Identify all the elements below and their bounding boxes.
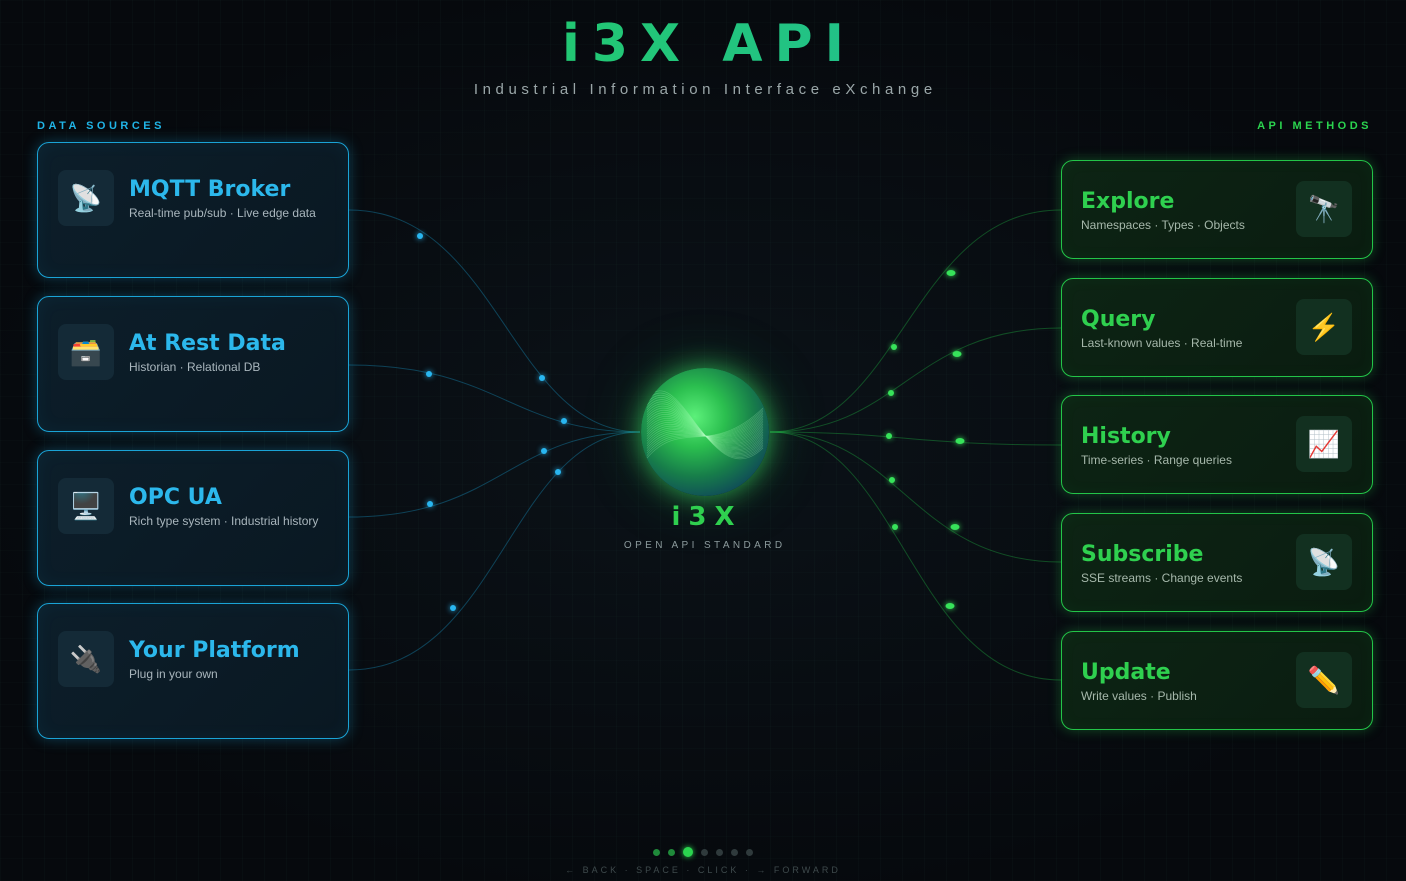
method-card-title: Subscribe xyxy=(1081,542,1204,567)
chart-increasing-icon: 📈 xyxy=(1296,416,1352,472)
source-card-title: OPC UA xyxy=(129,485,222,510)
card-file-box-icon: 🗃️ xyxy=(58,324,114,380)
electric-plug-icon: 🔌 xyxy=(58,631,114,687)
method-card-title: Query xyxy=(1081,307,1156,332)
slide-dot[interactable] xyxy=(668,848,675,856)
data-packet-dot xyxy=(427,501,433,507)
source-card-subtitle: Plug in your own xyxy=(129,667,218,681)
method-card-subtitle: Namespaces · Types · Objects xyxy=(1081,218,1245,232)
data-packet-dot xyxy=(539,375,545,381)
hub-label: i3X xyxy=(671,502,743,532)
source-card-title: At Rest Data xyxy=(129,331,286,356)
method-card-explore[interactable]: Explore Namespaces · Types · Objects 🔭 xyxy=(1061,160,1373,259)
method-card-subscribe[interactable]: Subscribe SSE streams · Change events 📡 xyxy=(1061,513,1373,612)
data-packet-dot xyxy=(945,603,955,609)
telescope-icon: 🔭 xyxy=(1296,181,1352,237)
source-card-title: Your Platform xyxy=(129,638,300,663)
source-connection-line xyxy=(348,431,641,518)
page-title: i3X API xyxy=(0,14,1406,74)
source-card-mqtt-broker[interactable]: 📡 MQTT Broker Real-time pub/sub · Live e… xyxy=(37,142,349,278)
data-packet-dot xyxy=(889,477,895,483)
slide-dot[interactable] xyxy=(716,848,723,856)
method-card-query[interactable]: Query Last-known values · Real-time ⚡ xyxy=(1061,278,1373,377)
method-connection-line xyxy=(769,209,1062,433)
source-card-subtitle: Rich type system · Industrial history xyxy=(129,514,319,528)
data-packet-dot xyxy=(946,270,956,276)
data-packet-dot xyxy=(450,605,456,611)
method-card-subtitle: Time-series · Range queries xyxy=(1081,453,1232,467)
source-card-subtitle: Real-time pub/sub · Live edge data xyxy=(129,206,316,220)
slide-progress-dots xyxy=(0,847,1406,857)
pencil-icon: ✏️ xyxy=(1296,652,1352,708)
method-card-subtitle: Last-known values · Real-time xyxy=(1081,336,1243,350)
slide-dot[interactable] xyxy=(653,848,660,856)
page-subtitle: Industrial Information Interface eXchang… xyxy=(473,81,937,98)
method-card-title: Explore xyxy=(1081,189,1175,214)
method-card-title: History xyxy=(1081,424,1171,449)
data-packet-dot xyxy=(417,233,423,239)
data-packet-dot xyxy=(952,351,962,357)
method-card-update[interactable]: Update Write values · Publish ✏️ xyxy=(1061,631,1373,730)
slide-dot[interactable] xyxy=(701,848,708,856)
method-card-title: Update xyxy=(1081,660,1171,685)
data-packet-dot xyxy=(426,371,432,377)
data-sources-label: DATA SOURCES xyxy=(37,120,165,132)
source-card-your-platform[interactable]: 🔌 Your Platform Plug in your own xyxy=(37,603,349,739)
api-methods-label: API METHODS xyxy=(1257,120,1372,132)
navigation-hint: ← BACK · SPACE · CLICK · → FORWARD xyxy=(565,865,841,875)
data-packet-dot xyxy=(541,448,547,454)
source-connection-line xyxy=(348,209,641,433)
slide-stage[interactable]: i3X API Industrial Information Interface… xyxy=(0,0,1406,881)
satellite-dish-icon: 📡 xyxy=(1296,534,1352,590)
data-packet-dot xyxy=(888,390,894,396)
satellite-dish-icon: 📡 xyxy=(58,170,114,226)
data-packet-dot xyxy=(891,344,897,350)
data-packet-dot xyxy=(886,433,892,439)
method-connection-line xyxy=(769,327,1062,433)
source-card-subtitle: Historian · Relational DB xyxy=(129,360,261,374)
hub-sublabel: OPEN API STANDARD xyxy=(623,540,786,551)
desktop-computer-icon: 🖥️ xyxy=(58,478,114,534)
source-connection-line xyxy=(348,431,641,671)
lightning-icon: ⚡ xyxy=(1296,299,1352,355)
i3x-hub-orb xyxy=(641,368,769,496)
data-packet-dot xyxy=(561,418,567,424)
source-card-title: MQTT Broker xyxy=(129,177,291,202)
method-card-subtitle: Write values · Publish xyxy=(1081,689,1197,703)
slide-dot[interactable] xyxy=(731,848,738,856)
slide-dot[interactable] xyxy=(683,847,693,857)
data-packet-dot xyxy=(955,438,965,444)
source-card-opc-ua[interactable]: 🖥️ OPC UA Rich type system · Industrial … xyxy=(37,450,349,586)
slide-dot[interactable] xyxy=(746,848,753,856)
data-packet-dot xyxy=(892,524,898,530)
orb-swirl xyxy=(646,390,764,460)
data-packet-dot xyxy=(555,469,561,475)
data-packet-dot xyxy=(950,524,960,530)
method-connection-line xyxy=(769,431,1062,681)
source-card-at-rest-data[interactable]: 🗃️ At Rest Data Historian · Relational D… xyxy=(37,296,349,432)
method-card-history[interactable]: History Time-series · Range queries 📈 xyxy=(1061,395,1373,494)
method-card-subtitle: SSE streams · Change events xyxy=(1081,571,1243,585)
